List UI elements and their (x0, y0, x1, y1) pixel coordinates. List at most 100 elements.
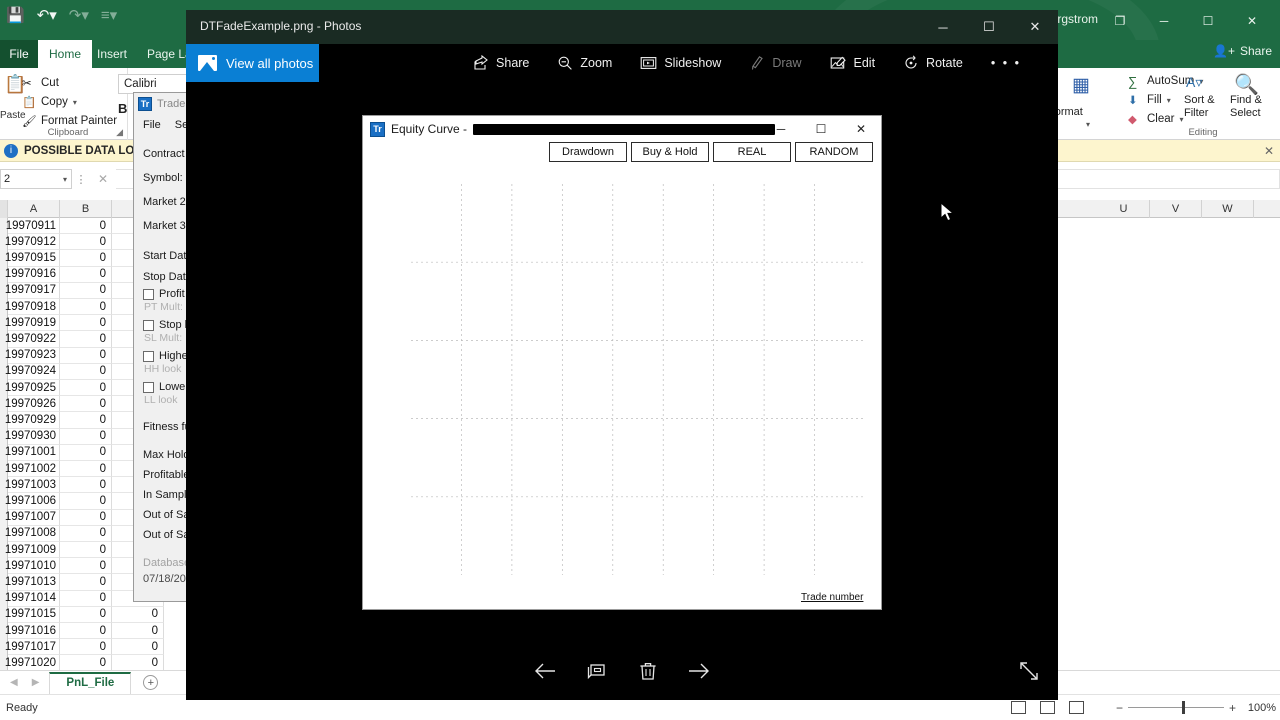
equity-curve-window[interactable]: Tr Equity Curve - ─ ☐ ✕ Drawdown Buy & H… (362, 115, 882, 610)
cut-button[interactable]: ✂ Cut (22, 76, 59, 90)
cell-column-b[interactable]: 0 (60, 590, 112, 607)
column-header-V[interactable]: V (1150, 200, 1202, 218)
cell-column-b[interactable]: 0 (60, 525, 112, 542)
cell-column-a[interactable]: 19971001 (5, 444, 60, 461)
clear-button[interactable]: ◆ Clear ▾ (1128, 112, 1184, 126)
cell-column-a[interactable]: 19971016 (5, 623, 60, 640)
checkbox-icon[interactable] (143, 288, 154, 300)
cell-column-b[interactable]: 0 (60, 574, 112, 591)
cell-column-a[interactable]: 19970929 (5, 412, 60, 429)
zoom-out-icon[interactable]: − (1116, 701, 1123, 715)
clear-chevron-down-icon[interactable]: ▾ (1179, 115, 1183, 124)
cell-column-a[interactable]: 19970912 (5, 234, 60, 251)
add-to-album-icon[interactable] (582, 656, 612, 686)
cell-column-b[interactable]: 0 (60, 509, 112, 526)
share-button[interactable]: Share (459, 44, 543, 82)
excel-maximize-button[interactable]: ☐ (1186, 10, 1230, 32)
cell-column-a[interactable]: 19971014 (5, 590, 60, 607)
normal-view-icon[interactable] (1011, 701, 1026, 714)
cell-column-b[interactable]: 0 (60, 461, 112, 478)
cell-column-b[interactable]: 0 (60, 234, 112, 251)
cell-column-b[interactable]: 0 (60, 396, 112, 413)
column-header-U[interactable]: U (1098, 200, 1150, 218)
cell-column-a[interactable]: 19970915 (5, 250, 60, 267)
slideshow-button[interactable]: Slideshow (626, 44, 735, 82)
sort-filter-icon[interactable]: A▿ (1186, 74, 1202, 91)
equity-plot-area[interactable]: Trade number (363, 164, 883, 611)
cell-column-a[interactable]: 19970923 (5, 347, 60, 364)
column-header-W[interactable]: W (1202, 200, 1254, 218)
cell-column-b[interactable]: 0 (60, 347, 112, 364)
cell-column-b[interactable]: 0 (60, 477, 112, 494)
cell-column-c[interactable]: 0 (112, 606, 164, 623)
cell-column-a[interactable]: 19970926 (5, 396, 60, 413)
excel-close-button[interactable]: ✕ (1230, 10, 1274, 32)
sort-filter-label[interactable]: Sort & Filter (1184, 94, 1215, 120)
cell-column-b[interactable]: 0 (60, 331, 112, 348)
cell-format-icon[interactable]: ▦ (1072, 74, 1090, 97)
menu-file[interactable]: File (143, 119, 161, 131)
drawdown-button[interactable]: Drawdown (549, 142, 627, 162)
cell-column-b[interactable]: 0 (60, 444, 112, 461)
checkbox-icon[interactable] (143, 381, 154, 393)
zoom-thumb[interactable] (1181, 701, 1185, 714)
format-painter-button[interactable]: 🖌 Format Painter (22, 114, 117, 128)
checkbox-icon[interactable] (143, 350, 154, 362)
column-header-B[interactable]: B (60, 200, 112, 218)
cell-column-a[interactable]: 19970911 (6, 218, 60, 235)
share-button[interactable]: 👤+ Share (1213, 44, 1272, 58)
cell-column-a[interactable]: 19970924 (5, 363, 60, 380)
find-select-label[interactable]: Find & Select (1230, 94, 1262, 120)
edit-button[interactable]: Edit (816, 44, 890, 82)
fill-button[interactable]: ⬇ Fill ▾ (1128, 93, 1171, 107)
save-icon[interactable]: 💾 (6, 8, 25, 23)
zoom-track[interactable] (1127, 701, 1224, 714)
cell-column-b[interactable]: 0 (60, 250, 112, 267)
buy-and-hold-button[interactable]: Buy & Hold (631, 142, 709, 162)
zoom-slider[interactable]: − + (1116, 701, 1236, 715)
cell-column-b[interactable]: 0 (60, 606, 112, 623)
cell-format-chevron-down-icon[interactable]: ▾ (1086, 120, 1090, 129)
cell-column-a[interactable]: 19970930 (5, 428, 60, 445)
cell-column-a[interactable]: 19971010 (5, 558, 60, 575)
cell-column-b[interactable]: 0 (60, 412, 112, 429)
fill-chevron-down-icon[interactable]: ▾ (1167, 96, 1171, 105)
more-options-button[interactable]: • • • (977, 44, 1035, 82)
delete-icon[interactable] (633, 656, 663, 686)
cell-column-a[interactable]: 19971003 (5, 477, 60, 494)
cell-column-c[interactable]: 0 (112, 639, 164, 656)
cell-column-b[interactable]: 0 (60, 542, 112, 559)
rotate-button[interactable]: Rotate (889, 44, 977, 82)
cell-column-b[interactable]: 0 (60, 282, 112, 299)
clipboard-dialog-launcher-icon[interactable]: ◢ (116, 127, 123, 138)
cell-column-a[interactable]: 19970922 (5, 331, 60, 348)
sheet-tab-pnl-file[interactable]: PnL_File (49, 671, 132, 694)
cell-column-a[interactable]: 19971013 (5, 574, 60, 591)
sheet-prev-icon[interactable]: ◀ (10, 677, 18, 688)
cell-column-a[interactable]: 19970925 (5, 380, 60, 397)
cell-column-b[interactable]: 0 (60, 363, 112, 380)
page-break-view-icon[interactable] (1069, 701, 1084, 714)
checkbox-icon[interactable] (143, 319, 154, 331)
cell-column-b[interactable]: 0 (60, 218, 112, 235)
excel-minimize-button[interactable]: ─ (1142, 10, 1186, 32)
cell-column-a[interactable]: 19971017 (5, 639, 60, 656)
zoom-percentage[interactable]: 100% (1248, 702, 1276, 714)
select-all-corner[interactable] (0, 200, 8, 218)
cell-column-b[interactable]: 0 (60, 623, 112, 640)
previous-arrow-icon[interactable] (530, 656, 560, 686)
fullscreen-icon[interactable] (1014, 656, 1044, 686)
cell-column-a[interactable]: 19971015 (5, 606, 60, 623)
sheet-next-icon[interactable]: ▶ (32, 677, 40, 688)
column-header-A[interactable]: A (8, 200, 60, 218)
redo-icon[interactable]: ↷▾ (69, 8, 89, 23)
photos-maximize-button[interactable]: ☐ (966, 10, 1012, 44)
cell-column-b[interactable]: 0 (60, 558, 112, 575)
zoom-in-icon[interactable]: + (1229, 701, 1236, 715)
formula-bar-handle-icon[interactable]: ⋮ (72, 173, 90, 186)
draw-button[interactable]: Draw (735, 44, 815, 82)
cell-column-a[interactable]: 19970918 (5, 299, 60, 316)
customize-quick-access-icon[interactable]: ≡▾ (101, 8, 117, 23)
random-button[interactable]: RANDOM (795, 142, 873, 162)
warning-close-icon[interactable]: ✕ (1264, 144, 1274, 158)
